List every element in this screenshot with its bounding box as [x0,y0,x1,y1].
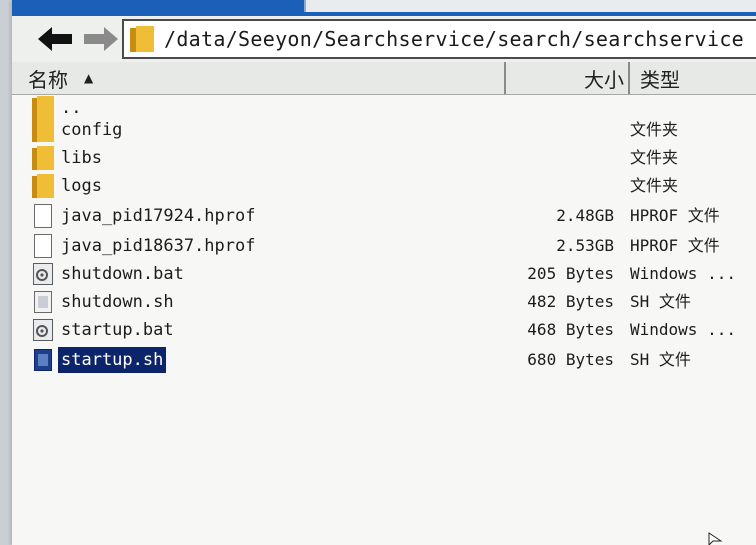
file-type: SH 文件 [630,350,691,369]
batch-file-icon [32,317,54,343]
file-type: HPROF 文件 [630,236,720,255]
folder-icon [32,145,54,171]
file-size: 2.48GB [556,206,614,225]
forward-button[interactable] [82,22,120,56]
file-size: 2.53GB [556,236,614,255]
file-icon [32,203,54,229]
file-name: libs [61,148,102,168]
title-tab [304,0,756,12]
back-button[interactable] [36,22,74,56]
arrow-right-icon [84,27,118,51]
file-size [502,173,614,199]
file-type: 文件夹 [630,120,679,139]
file-size [502,145,614,171]
folder-icon [32,173,54,199]
address-path: /data/Seeyon/Searchservice/search/search… [164,27,745,51]
column-header: 名称 ▲ 大小 类型 [12,62,756,95]
name-column-header[interactable]: 名称 ▲ [28,62,504,94]
script-file-icon [32,347,54,373]
script-file-icon [32,289,54,315]
file-name: logs [61,176,102,196]
address-bar[interactable]: /data/Seeyon/Searchservice/search/search… [122,19,756,59]
file-row[interactable]: shutdown.bat 205 Bytes Windows ... [12,261,756,287]
file-browser-window: /data/Seeyon/Searchservice/search/search… [12,0,756,545]
name-column-label: 名称 [28,67,68,92]
arrow-left-icon [38,27,72,51]
file-row[interactable]: libs 文件夹 [12,145,756,171]
file-type: SH 文件 [630,292,691,311]
file-name: java_pid18637.hprof [61,236,256,256]
size-column-header[interactable]: 大小 [504,62,630,94]
sort-ascending-icon: ▲ [84,71,94,85]
file-name: shutdown.bat [61,264,184,284]
file-name: config [61,120,123,140]
file-row[interactable]: java_pid17924.hprof 2.48GB HPROF 文件 [12,203,756,229]
type-column-header[interactable]: 类型 [636,62,756,94]
file-name: java_pid17924.hprof [61,206,256,226]
file-type: 文件夹 [630,148,679,167]
file-name: shutdown.sh [61,292,174,312]
type-column-label: 类型 [640,67,680,92]
title-bar [12,0,756,16]
file-type: 文件夹 [630,176,679,195]
folder-icon [32,117,54,143]
file-size: 482 Bytes [527,292,614,311]
navigation-bar: /data/Seeyon/Searchservice/search/search… [12,16,756,62]
file-size: 680 Bytes [527,350,614,369]
file-type: HPROF 文件 [630,206,720,225]
file-size [502,117,614,143]
file-type: Windows ... [630,320,736,339]
file-row[interactable]: startup.bat 468 Bytes Windows ... [12,317,756,343]
size-column-label: 大小 [584,67,624,92]
file-row[interactable]: logs 文件夹 [12,173,756,199]
file-list: .. config 文件夹 libs 文件夹 logs 文件夹 java_pid17924.h… [12,95,756,545]
file-size: 205 Bytes [527,264,614,283]
file-icon [32,233,54,259]
batch-file-icon [32,261,54,287]
file-name: startup.bat [61,320,174,340]
file-row[interactable]: shutdown.sh 482 Bytes SH 文件 [12,289,756,315]
file-type: Windows ... [630,264,736,283]
file-name: startup.sh [58,347,167,373]
file-row[interactable]: java_pid18637.hprof 2.53GB HPROF 文件 [12,233,756,259]
file-row[interactable]: config 文件夹 [12,117,756,143]
file-row[interactable]: startup.sh 680 Bytes SH 文件 [12,347,756,373]
file-size: 468 Bytes [527,320,614,339]
mouse-cursor-icon [708,532,722,545]
folder-icon [130,26,154,52]
